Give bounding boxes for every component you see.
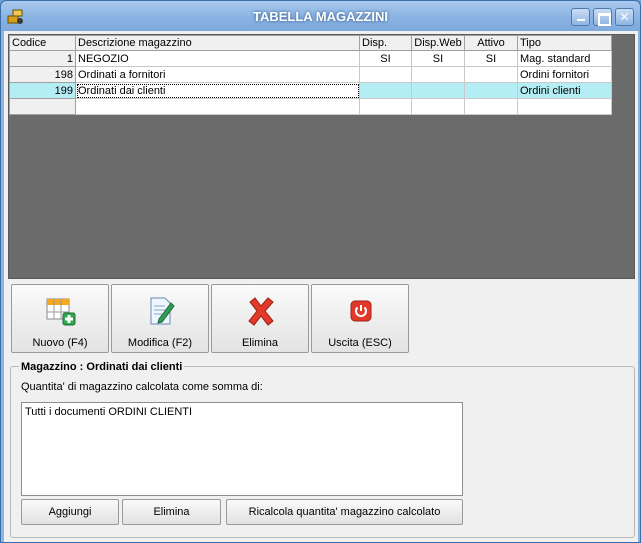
document-sources-list[interactable]: Tutti i documenti ORDINI CLIENTI <box>21 402 463 496</box>
warehouse-table: Codice Descrizione magazzino Disp. Disp.… <box>9 35 612 115</box>
column-header-descrizione[interactable]: Descrizione magazzino <box>75 35 360 51</box>
cell-disp[interactable]: SI <box>359 50 412 67</box>
cell-descrizione[interactable]: Ordinati a fornitori <box>75 66 360 83</box>
cell-codice[interactable] <box>9 98 76 115</box>
window-title: TABELLA MAGAZZINI <box>252 9 389 24</box>
cell-descrizione-focused[interactable]: Ordinati dai clienti <box>75 82 360 99</box>
delete-button-label: Elimina <box>241 337 279 349</box>
column-header-dispweb[interactable]: Disp.Web <box>411 35 465 51</box>
new-button[interactable]: Nuovo (F4) <box>11 284 109 353</box>
cell-dispweb[interactable] <box>411 66 465 83</box>
table-header-row: Codice Descrizione magazzino Disp. Disp.… <box>9 35 612 51</box>
warehouse-grid[interactable]: Codice Descrizione magazzino Disp. Disp.… <box>8 34 635 279</box>
exit-button[interactable]: Uscita (ESC) <box>311 284 409 353</box>
table-row[interactable]: 198 Ordinati a fornitori Ordini fornitor… <box>9 66 612 83</box>
remove-source-button[interactable]: Elimina <box>122 499 221 525</box>
cell-tipo[interactable] <box>517 98 612 115</box>
column-header-attivo[interactable]: Attivo <box>464 35 518 51</box>
power-icon <box>350 300 372 322</box>
add-source-button[interactable]: Aggiungi <box>21 499 119 525</box>
cell-dispweb[interactable] <box>411 98 465 115</box>
cell-codice[interactable]: 198 <box>9 66 76 83</box>
edit-button-label: Modifica (F2) <box>127 337 193 349</box>
recalculate-button[interactable]: Ricalcola quantita' magazzino calcolato <box>226 499 463 525</box>
column-header-codice[interactable]: Codice <box>9 35 76 51</box>
cell-disp[interactable] <box>359 66 412 83</box>
cell-tipo[interactable]: Ordini clienti <box>517 82 612 99</box>
table-row-empty[interactable] <box>9 98 612 115</box>
cell-attivo[interactable] <box>464 98 518 115</box>
cell-disp[interactable] <box>359 82 412 99</box>
group-title: Magazzino : Ordinati dai clienti <box>19 361 185 373</box>
table-row[interactable]: 1 NEGOZIO SI SI SI Mag. standard <box>9 50 612 67</box>
exit-button-label: Uscita (ESC) <box>328 337 392 349</box>
calculation-description: Quantita' di magazzino calcolata come so… <box>21 381 263 393</box>
cell-dispweb[interactable]: SI <box>411 50 465 67</box>
cell-codice[interactable]: 1 <box>9 50 76 67</box>
cell-tipo[interactable]: Ordini fornitori <box>517 66 612 83</box>
column-header-tipo[interactable]: Tipo <box>517 35 612 51</box>
cell-disp[interactable] <box>359 98 412 115</box>
close-icon[interactable]: ✕ <box>615 8 634 26</box>
cell-attivo[interactable] <box>464 82 518 99</box>
cell-attivo[interactable]: SI <box>464 50 518 67</box>
delete-button[interactable]: Elimina <box>211 284 309 353</box>
red-x-icon <box>248 297 274 326</box>
cell-codice[interactable]: 199 <box>9 82 76 99</box>
minimize-icon[interactable] <box>571 8 590 26</box>
new-button-label: Nuovo (F4) <box>32 337 88 349</box>
cell-attivo[interactable] <box>464 66 518 83</box>
maximize-icon[interactable] <box>593 8 612 26</box>
add-table-icon <box>46 298 76 326</box>
table-row-selected[interactable]: 199 Ordinati dai clienti Ordini clienti <box>9 82 612 99</box>
warehouse-detail-group: Magazzino : Ordinati dai clienti Quantit… <box>10 361 635 538</box>
cell-dispweb[interactable] <box>411 82 465 99</box>
cell-descrizione[interactable] <box>75 98 360 115</box>
cell-tipo[interactable]: Mag. standard <box>517 50 612 67</box>
cell-descrizione[interactable]: NEGOZIO <box>75 50 360 67</box>
title-bar[interactable]: TABELLA MAGAZZINI ✕ <box>1 1 640 31</box>
edit-document-icon <box>150 297 175 325</box>
main-window: TABELLA MAGAZZINI ✕ Codice Descrizione m… <box>0 0 641 543</box>
window-client-area: Codice Descrizione magazzino Disp. Disp.… <box>4 31 638 542</box>
column-header-disp[interactable]: Disp. <box>359 35 412 51</box>
edit-button[interactable]: Modifica (F2) <box>111 284 209 353</box>
